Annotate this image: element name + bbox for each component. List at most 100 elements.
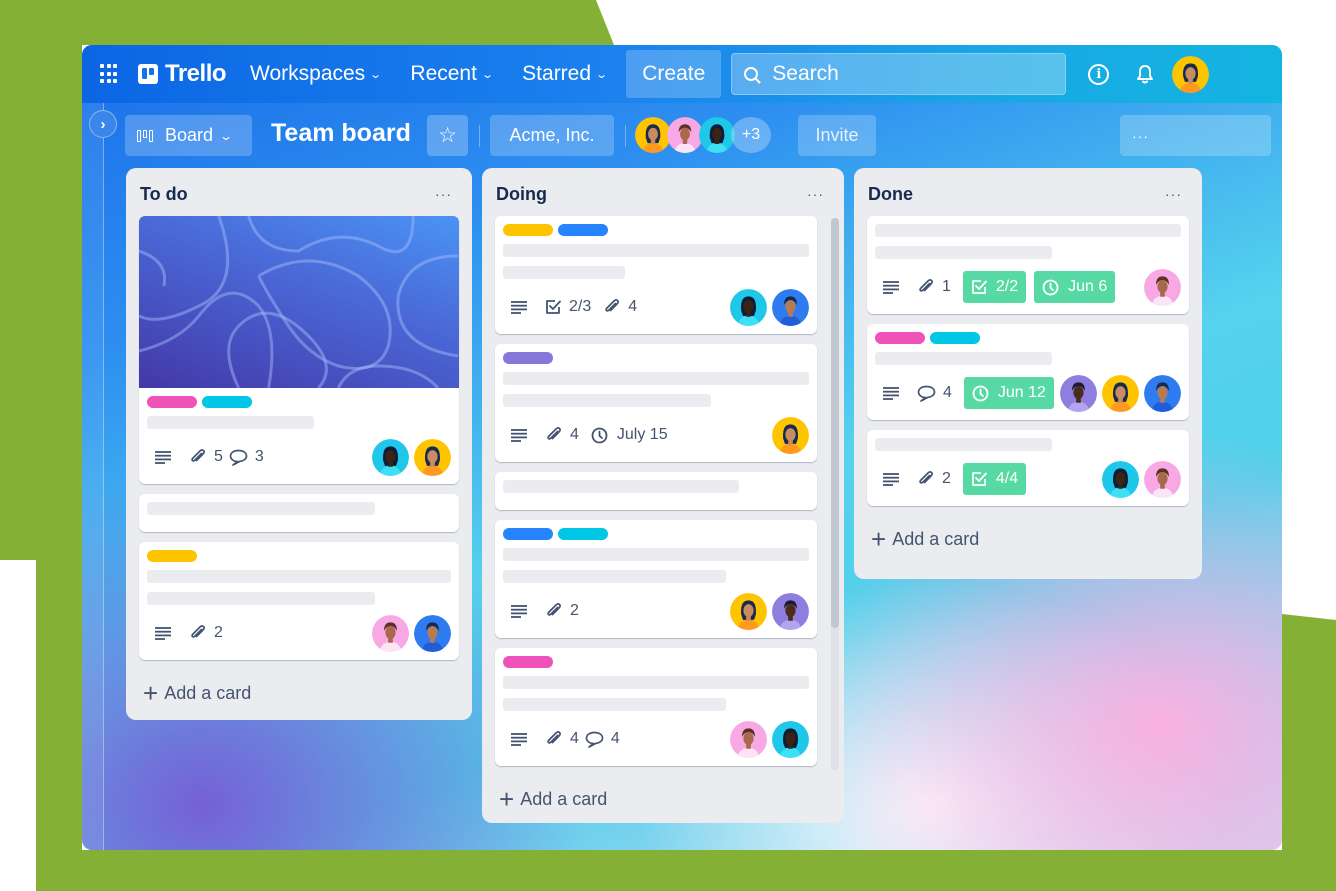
star-board-button[interactable]: ☆ — [427, 115, 468, 156]
card-members — [1060, 375, 1181, 412]
label-yellow[interactable] — [503, 224, 553, 236]
member-avatar[interactable] — [372, 439, 409, 476]
member-avatar[interactable] — [772, 417, 809, 454]
card[interactable]: 2 — [495, 520, 817, 638]
label-cyan[interactable] — [558, 528, 608, 540]
list-menu-button[interactable]: ··· — [1165, 186, 1189, 202]
add-card-button[interactable]: + Add a card — [867, 516, 1189, 572]
info-icon[interactable]: i — [1088, 63, 1110, 85]
workspaces-menu[interactable]: Workspaces ⌄ — [250, 62, 382, 86]
member-avatar[interactable] — [1144, 375, 1181, 412]
member-avatar[interactable] — [730, 593, 767, 630]
recent-label: Recent — [410, 62, 477, 85]
board-menu-button[interactable]: ··· — [1120, 115, 1271, 156]
list-title[interactable]: Done — [868, 184, 913, 205]
attachment-badge: 2 — [189, 624, 223, 642]
attachment-count: 1 — [942, 278, 951, 295]
label-yellow[interactable] — [147, 550, 197, 562]
member-avatar[interactable] — [1144, 269, 1181, 306]
list-header: Doing ··· — [495, 180, 831, 208]
card-title-placeholder — [503, 480, 739, 493]
checklist-badge: 2/3 — [545, 298, 591, 316]
card-title-placeholder — [147, 570, 451, 583]
board-title[interactable]: Team board — [271, 119, 411, 148]
checklist-count: 2/2 — [995, 278, 1019, 295]
due-date: Jun 12 — [997, 384, 1046, 401]
bell-icon[interactable] — [1136, 64, 1154, 84]
card-badges: 4 Jun 12 — [875, 374, 1181, 412]
comment-icon — [585, 731, 608, 748]
card[interactable]: 2/3 4 — [495, 216, 817, 334]
label-pink[interactable] — [503, 656, 553, 668]
member-avatar[interactable] — [414, 615, 451, 652]
checklist-icon — [971, 279, 991, 295]
card[interactable]: 53 — [139, 216, 459, 484]
user-avatar[interactable] — [1172, 55, 1210, 93]
add-card-button[interactable]: + Add a card — [139, 670, 459, 726]
plus-icon: + — [143, 678, 159, 708]
label-blue[interactable] — [503, 528, 553, 540]
paperclip-icon — [917, 278, 939, 296]
member-avatar[interactable] — [772, 289, 809, 326]
add-card-label: Add a card — [164, 682, 252, 703]
label-blue[interactable] — [558, 224, 608, 236]
add-card-button[interactable]: + Add a card — [495, 776, 831, 832]
attachment-count: 2 — [570, 602, 579, 619]
member-avatar[interactable] — [730, 289, 767, 326]
starred-menu[interactable]: Starred ⌄ — [522, 62, 608, 86]
due-date-complete-badge[interactable]: Jun 12 — [963, 377, 1054, 409]
card[interactable]: 1 2/2 Jun 6 — [867, 216, 1189, 314]
member-avatar[interactable] — [1102, 461, 1139, 498]
search-box[interactable] — [731, 53, 1067, 95]
label-pink[interactable] — [875, 332, 925, 344]
card-labels — [147, 396, 451, 408]
member-avatar[interactable] — [1144, 461, 1181, 498]
card-badges: 44 — [503, 720, 809, 758]
list-scrollbar[interactable] — [831, 218, 839, 770]
workspace-button[interactable]: Acme, Inc. — [490, 115, 614, 156]
invite-button[interactable]: Invite — [798, 115, 876, 156]
trello-logo[interactable]: Trello — [138, 60, 227, 88]
due-date-complete-badge[interactable]: Jun 6 — [1034, 271, 1116, 303]
recent-menu[interactable]: Recent ⌄ — [410, 62, 494, 86]
label-cyan[interactable] — [202, 396, 252, 408]
card[interactable] — [139, 494, 459, 532]
card[interactable]: 4 July 15 — [495, 344, 817, 462]
member-avatar[interactable] — [667, 117, 703, 153]
more-members-count[interactable]: +3 — [731, 117, 771, 153]
member-avatar[interactable] — [772, 593, 809, 630]
member-avatar[interactable] — [635, 117, 671, 153]
label-pink[interactable] — [147, 396, 197, 408]
member-avatar[interactable] — [372, 615, 409, 652]
label-purple[interactable] — [503, 352, 553, 364]
paperclip-icon — [603, 298, 625, 316]
member-avatar[interactable] — [699, 117, 735, 153]
card[interactable]: 2 4/4 — [867, 430, 1189, 506]
member-avatar[interactable] — [1102, 375, 1139, 412]
list-menu-button[interactable]: ··· — [807, 186, 831, 202]
card-badges: 2/3 4 — [503, 288, 809, 326]
due-date-badge[interactable]: July 15 — [591, 426, 668, 444]
member-avatar[interactable] — [730, 721, 767, 758]
grid-icon[interactable] — [100, 64, 120, 84]
board-view-switcher[interactable]: Board ⌄ — [125, 115, 252, 156]
create-button[interactable]: Create — [626, 50, 722, 98]
label-cyan[interactable] — [930, 332, 980, 344]
list-title[interactable]: To do — [140, 184, 188, 205]
list-doing: Doing ··· 2/3 4 4 July 15 2 44 + Add a c… — [482, 168, 844, 823]
list-menu-button[interactable]: ··· — [435, 186, 459, 202]
member-avatar[interactable] — [414, 439, 451, 476]
scrollbar-thumb[interactable] — [831, 218, 839, 628]
list-title[interactable]: Doing — [496, 184, 547, 205]
attachment-badge: 5 — [189, 448, 223, 466]
card[interactable]: 4 Jun 12 — [867, 324, 1189, 420]
card[interactable]: 44 — [495, 648, 817, 766]
attachment-badge: 2 — [545, 602, 579, 620]
member-avatar[interactable] — [772, 721, 809, 758]
member-avatar[interactable] — [1060, 375, 1097, 412]
card[interactable]: 2 — [139, 542, 459, 660]
attachment-badge: 4 — [545, 426, 579, 444]
search-input[interactable] — [772, 62, 1043, 86]
card[interactable] — [495, 472, 817, 510]
comment-count: 3 — [254, 448, 264, 465]
